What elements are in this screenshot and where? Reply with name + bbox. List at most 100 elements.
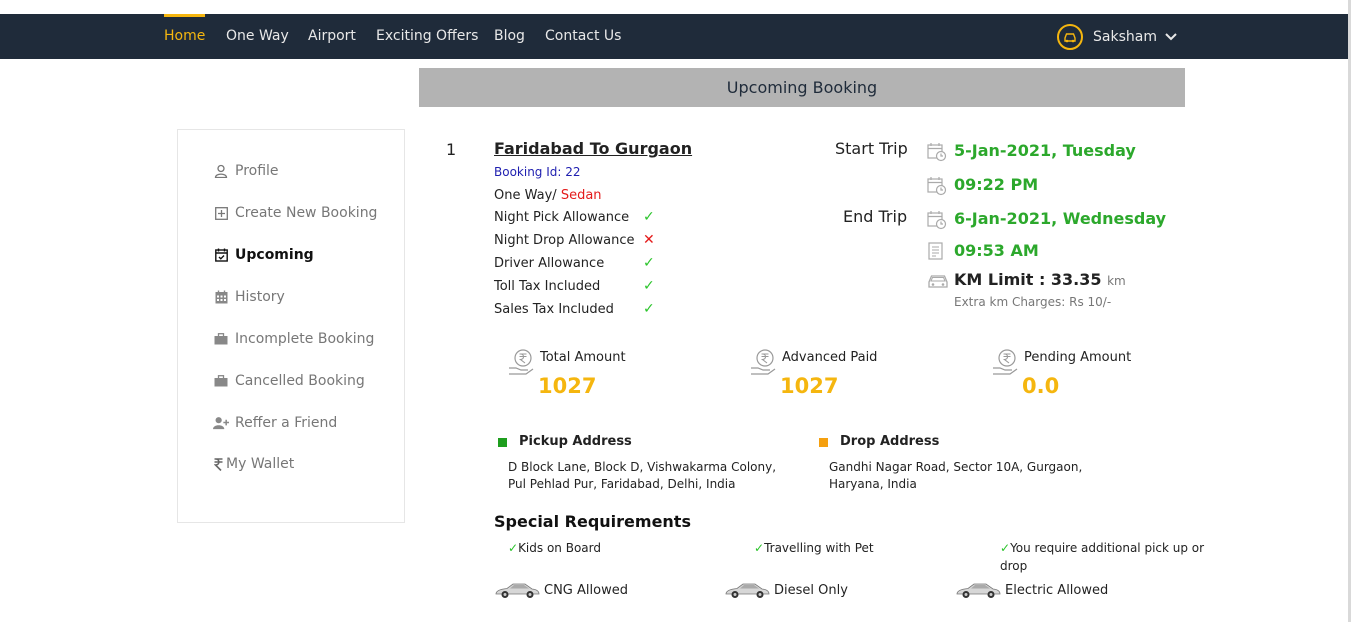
- fuel-label: CNG Allowed: [544, 582, 628, 598]
- pending-amount-value: 0.0: [1022, 374, 1060, 398]
- special-requirements-title: Special Requirements: [494, 512, 691, 531]
- sidebar-item-label: Reffer a Friend: [235, 415, 338, 431]
- allowance-label: Night Drop Allowance: [494, 233, 635, 248]
- check-icon: ✓: [643, 301, 655, 317]
- chevron-down-icon: [1165, 32, 1177, 41]
- requirement-item: ✓You require additional pick up or drop: [1000, 539, 1215, 575]
- sidebar-item-label: Cancelled Booking: [235, 373, 365, 389]
- plus-square-icon: [213, 205, 229, 221]
- pickup-address: D Block Lane, Block D, Vishwakarma Colon…: [508, 459, 776, 493]
- user-icon: [213, 163, 229, 179]
- drop-address: Gandhi Nagar Road, Sector 10A, Gurgaon, …: [829, 459, 1082, 493]
- nav-blog[interactable]: Blog: [494, 14, 525, 59]
- pickup-title: Pickup Address: [519, 434, 632, 449]
- amount-label: Total Amount: [540, 350, 626, 365]
- end-trip-label: End Trip: [843, 207, 908, 226]
- trip-type-label: One Way/: [494, 188, 557, 203]
- km-limit: KM Limit : 33.35 km: [954, 270, 1126, 289]
- allowance-label: Toll Tax Included: [494, 279, 601, 294]
- rupee-hand-icon: [992, 348, 1020, 376]
- nav-exciting-offers[interactable]: Exciting Offers: [376, 14, 478, 59]
- sidebar-item-my-wallet[interactable]: My Wallet: [213, 456, 294, 472]
- sidebar-item-label: Upcoming: [235, 247, 314, 263]
- user-name: Saksham: [1093, 28, 1157, 45]
- navbar: Home One Way Airport Exciting Offers Blo…: [0, 14, 1351, 59]
- car-type: Sedan: [560, 188, 602, 203]
- sidebar-item-upcoming[interactable]: Upcoming: [213, 247, 314, 263]
- nav-contact-us[interactable]: Contact Us: [545, 14, 621, 59]
- check-icon: ✓: [508, 541, 519, 555]
- fuel-option: CNG Allowed: [494, 581, 628, 599]
- check-icon: ✓: [643, 278, 655, 294]
- calendar-clock-icon: [927, 142, 947, 162]
- sidebar-item-cancelled-booking[interactable]: Cancelled Booking: [213, 373, 365, 389]
- sidebar-item-label: Create New Booking: [235, 205, 378, 221]
- nav-airport[interactable]: Airport: [308, 14, 356, 59]
- calendar-clock-icon: [927, 176, 947, 196]
- booking-index: 1: [446, 140, 457, 159]
- pickup-marker: [498, 438, 507, 447]
- check-icon: ✓: [643, 209, 655, 225]
- fuel-option: Electric Allowed: [955, 581, 1108, 599]
- allowance-label: Sales Tax Included: [494, 302, 614, 317]
- km-unit: km: [1107, 274, 1126, 288]
- advanced-paid-value: 1027: [780, 374, 839, 398]
- pickup-address-line: Pul Pehlad Pur, Faridabad, Delhi, India: [508, 477, 736, 491]
- page-title: Upcoming Booking: [419, 68, 1185, 107]
- rupee-hand-icon: [508, 348, 536, 376]
- car-icon: [495, 583, 540, 598]
- drop-address-line: Gandhi Nagar Road, Sector 10A, Gurgaon,: [829, 460, 1083, 474]
- fuel-label: Diesel Only: [774, 582, 848, 598]
- amount-label: Advanced Paid: [782, 350, 878, 365]
- sidebar: Profile Create New Booking Upcoming Hist…: [177, 129, 405, 523]
- requirement-item: ✓Kids on Board: [508, 539, 738, 557]
- end-time: 09:53 AM: [954, 241, 1039, 260]
- drop-address-line: Haryana, India: [829, 477, 917, 491]
- drop-marker: [819, 438, 828, 447]
- calendar-check-icon: [213, 247, 229, 263]
- calendar-clock-icon: [927, 210, 947, 230]
- calendar-icon: [213, 289, 229, 305]
- sidebar-item-create-new-booking[interactable]: Create New Booking: [213, 205, 377, 221]
- requirement-item: ✓Travelling with Pet: [754, 539, 984, 557]
- sidebar-item-label: Incomplete Booking: [235, 331, 375, 347]
- check-icon: ✓: [643, 255, 655, 271]
- amount-label: Pending Amount: [1024, 350, 1132, 365]
- allowance-label: Night Pick Allowance: [494, 210, 630, 225]
- car-icon: [927, 272, 951, 292]
- requirement-label: You require additional pick up or drop: [1000, 541, 1205, 573]
- extra-km-charges: Extra km Charges: Rs 10/-: [954, 295, 1112, 309]
- km-limit-value: KM Limit : 33.35: [954, 270, 1102, 289]
- cross-icon: ✕: [643, 232, 655, 248]
- fuel-label: Electric Allowed: [1005, 582, 1109, 598]
- rupee-icon: [213, 456, 223, 472]
- sidebar-item-history[interactable]: History: [213, 289, 285, 305]
- check-icon: ✓: [754, 541, 765, 555]
- user-menu[interactable]: Saksham: [1057, 14, 1177, 59]
- start-time: 09:22 PM: [954, 175, 1039, 194]
- allowance-label: Driver Allowance: [494, 256, 605, 271]
- sidebar-item-reffer-a-friend[interactable]: Reffer a Friend: [213, 415, 337, 431]
- requirement-label: Travelling with Pet: [764, 541, 874, 555]
- car-icon: [956, 583, 1001, 598]
- top-strip: [0, 0, 1351, 14]
- sidebar-item-profile[interactable]: Profile: [213, 163, 279, 179]
- booking-route[interactable]: Faridabad To Gurgaon: [494, 139, 692, 158]
- user-plus-icon: [213, 415, 229, 431]
- end-date: 6-Jan-2021, Wednesday: [954, 209, 1167, 228]
- document-icon: [927, 242, 947, 262]
- briefcase-icon: [213, 331, 229, 347]
- nav-one-way[interactable]: One Way: [226, 14, 289, 59]
- booking-id: Booking Id: 22: [494, 165, 581, 179]
- car-icon: [725, 583, 770, 598]
- total-amount-value: 1027: [538, 374, 597, 398]
- sidebar-item-label: Profile: [235, 163, 279, 179]
- briefcase-icon: [213, 373, 229, 389]
- fuel-option: Diesel Only: [724, 581, 848, 599]
- rupee-hand-icon: [750, 348, 778, 376]
- nav-home[interactable]: Home: [164, 14, 205, 59]
- trip-type: One Way/ Sedan: [494, 188, 602, 203]
- check-icon: ✓: [1000, 541, 1011, 555]
- sidebar-item-incomplete-booking[interactable]: Incomplete Booking: [213, 331, 374, 347]
- taxi-logo-icon: [1057, 23, 1083, 50]
